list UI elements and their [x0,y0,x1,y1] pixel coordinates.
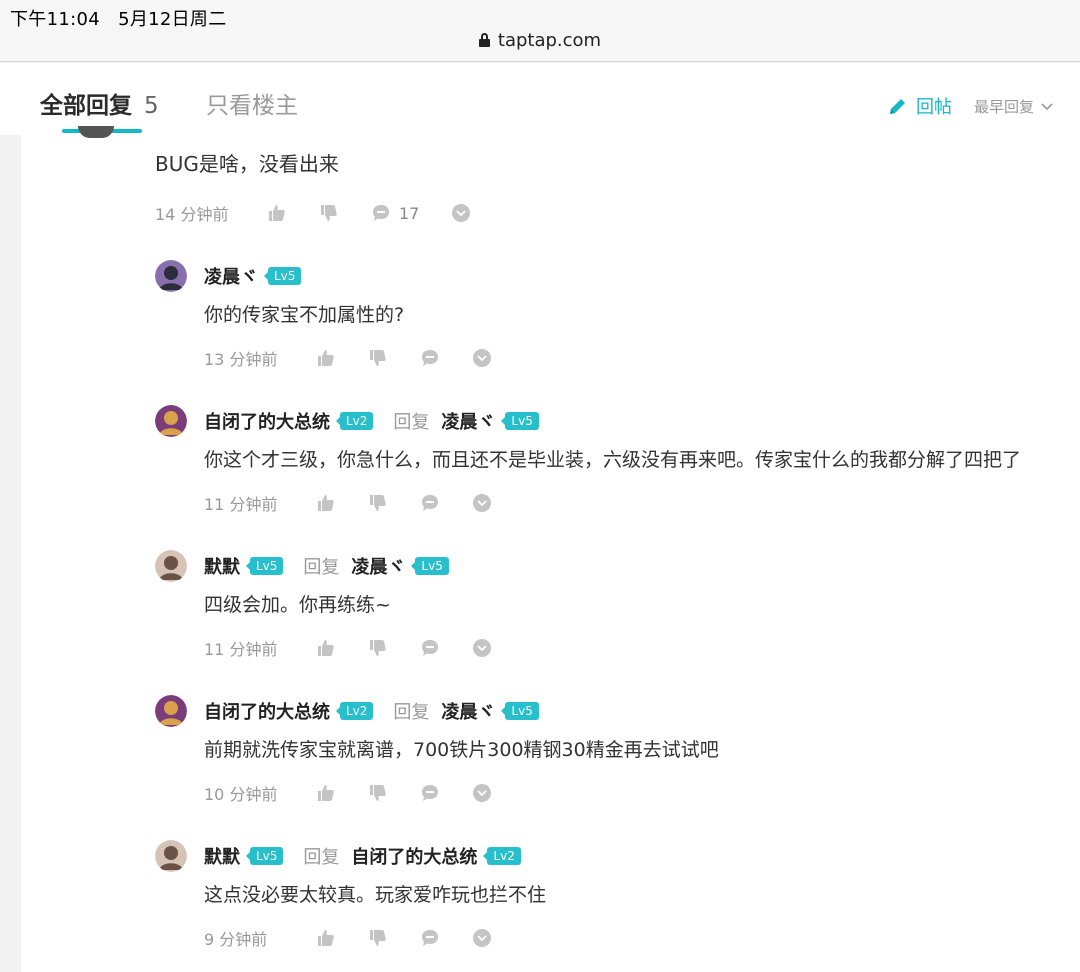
timestamp: 14 分钟前 [155,205,229,224]
username[interactable]: 默默 [204,843,240,869]
browser-status-bar: 下午11:04 5月12日周二 taptap.com [0,0,1080,62]
comment-icon[interactable] [420,493,440,513]
thumbs-down-icon[interactable] [368,348,388,368]
level-badge: Lv5 [245,557,284,575]
avatar[interactable] [155,695,187,727]
chevron-down-icon [1041,102,1053,110]
url-text: taptap.com [497,30,602,51]
page-content: 全部回复 5 只看楼主 回帖 最早回复 BUG是啥，没看出来 14 分钟前 17 … [0,63,1080,972]
comment-text: 四级会加。你再练练~ [204,594,391,616]
reply-count: 5 [144,93,159,119]
thumbs-down-icon[interactable] [368,493,388,513]
pencil-icon [890,99,905,114]
comment-header: 默默 Lv5 回复 凌晨ヾ Lv5 [204,553,449,579]
comment-icon[interactable] [420,638,440,658]
thumbs-down-icon[interactable] [319,203,339,223]
level-badge: Lv5 [263,267,302,285]
lock-icon [478,33,490,47]
comment-meta: 13 分钟前 [204,346,524,370]
comment-meta: 9 分钟前 [204,926,524,950]
avatar[interactable] [78,126,114,138]
reply-word: 回复 [393,702,430,723]
more-options-icon[interactable] [472,638,492,658]
thumbs-up-icon[interactable] [316,348,336,368]
more-options-icon[interactable] [472,928,492,948]
thumbs-down-icon[interactable] [368,638,388,658]
more-options-icon[interactable] [451,203,471,223]
username[interactable]: 凌晨ヾ [204,263,258,289]
timestamp: 13 分钟前 [204,350,278,369]
left-rail [0,133,21,972]
thumbs-up-icon[interactable] [316,493,336,513]
timestamp: 10 分钟前 [204,785,278,804]
username[interactable]: 自闭了的大总统 [204,408,330,434]
avatar[interactable] [155,260,187,292]
thumbs-up-icon[interactable] [267,203,287,223]
comment-text: 前期就洗传家宝就离谱，700铁片300精钢30精金再去试试吧 [204,739,719,761]
username[interactable]: 自闭了的大总统 [204,698,330,724]
reply-word: 回复 [303,557,340,578]
post-reply-button[interactable]: 回帖 [888,93,952,119]
reply-target-username[interactable]: 凌晨ヾ [441,698,495,724]
avatar[interactable] [155,840,187,872]
sort-dropdown[interactable]: 最早回复 [974,96,1054,117]
comment-text: 这点没必要太较真。玩家爱咋玩也拦不住 [204,884,547,906]
comment-icon[interactable] [420,928,440,948]
reply-target-username[interactable]: 凌晨ヾ [351,553,405,579]
comment-count[interactable]: 17 [371,203,419,223]
comment-icon [373,205,389,221]
comment-header: 自闭了的大总统 Lv2 回复 凌晨ヾ Lv5 [204,408,539,434]
comment-icon[interactable] [420,348,440,368]
comment-text: 你的传家宝不加属性的? [204,304,405,326]
comment-icon[interactable] [420,783,440,803]
comment-header: 凌晨ヾ Lv5 [204,263,302,289]
main-reply-meta: 14 分钟前 17 [155,201,503,225]
address-bar[interactable]: taptap.com [0,30,1080,51]
thumbs-down-icon[interactable] [368,928,388,948]
comment-header: 默默 Lv5 回复 自闭了的大总统 Lv2 [204,843,521,869]
tab-all-replies[interactable]: 全部回复 5 [40,86,159,120]
level-badge: Lv5 [411,557,449,575]
reply-word: 回复 [393,412,430,433]
more-options-icon[interactable] [472,348,492,368]
reply-target-username[interactable]: 凌晨ヾ [441,408,495,434]
timestamp: 11 分钟前 [204,495,278,514]
thumbs-up-icon[interactable] [316,638,336,658]
timestamp: 9 分钟前 [204,930,268,949]
level-badge: Lv2 [335,702,374,720]
comment-text: 你这个才三级，你急什么，而且还不是毕业装，六级没有再来吧。传家宝什么的我都分解了… [204,449,1022,471]
level-badge: Lv2 [335,412,374,430]
username[interactable]: 默默 [204,553,240,579]
status-time: 下午11:04 5月12日周二 [10,9,227,30]
comment-meta: 11 分钟前 [204,491,524,515]
more-options-icon[interactable] [472,493,492,513]
main-reply-text: BUG是啥，没看出来 [155,152,339,176]
thumbs-up-icon[interactable] [316,928,336,948]
level-badge: Lv5 [245,847,284,865]
comment-meta: 11 分钟前 [204,636,524,660]
level-badge: Lv5 [501,412,539,430]
thumbs-up-icon[interactable] [316,783,336,803]
reply-word: 回复 [303,847,340,868]
avatar[interactable] [155,550,187,582]
comment-header: 自闭了的大总统 Lv2 回复 凌晨ヾ Lv5 [204,698,539,724]
level-badge: Lv5 [501,702,539,720]
reply-tabs-header: 全部回复 5 只看楼主 回帖 最早回复 [0,63,1080,135]
timestamp: 11 分钟前 [204,640,278,659]
level-badge: Lv2 [483,847,521,865]
thumbs-down-icon[interactable] [368,783,388,803]
avatar[interactable] [155,405,187,437]
more-options-icon[interactable] [472,783,492,803]
comment-meta: 10 分钟前 [204,781,524,805]
tab-op-only[interactable]: 只看楼主 [206,86,298,120]
reply-target-username[interactable]: 自闭了的大总统 [351,843,477,869]
